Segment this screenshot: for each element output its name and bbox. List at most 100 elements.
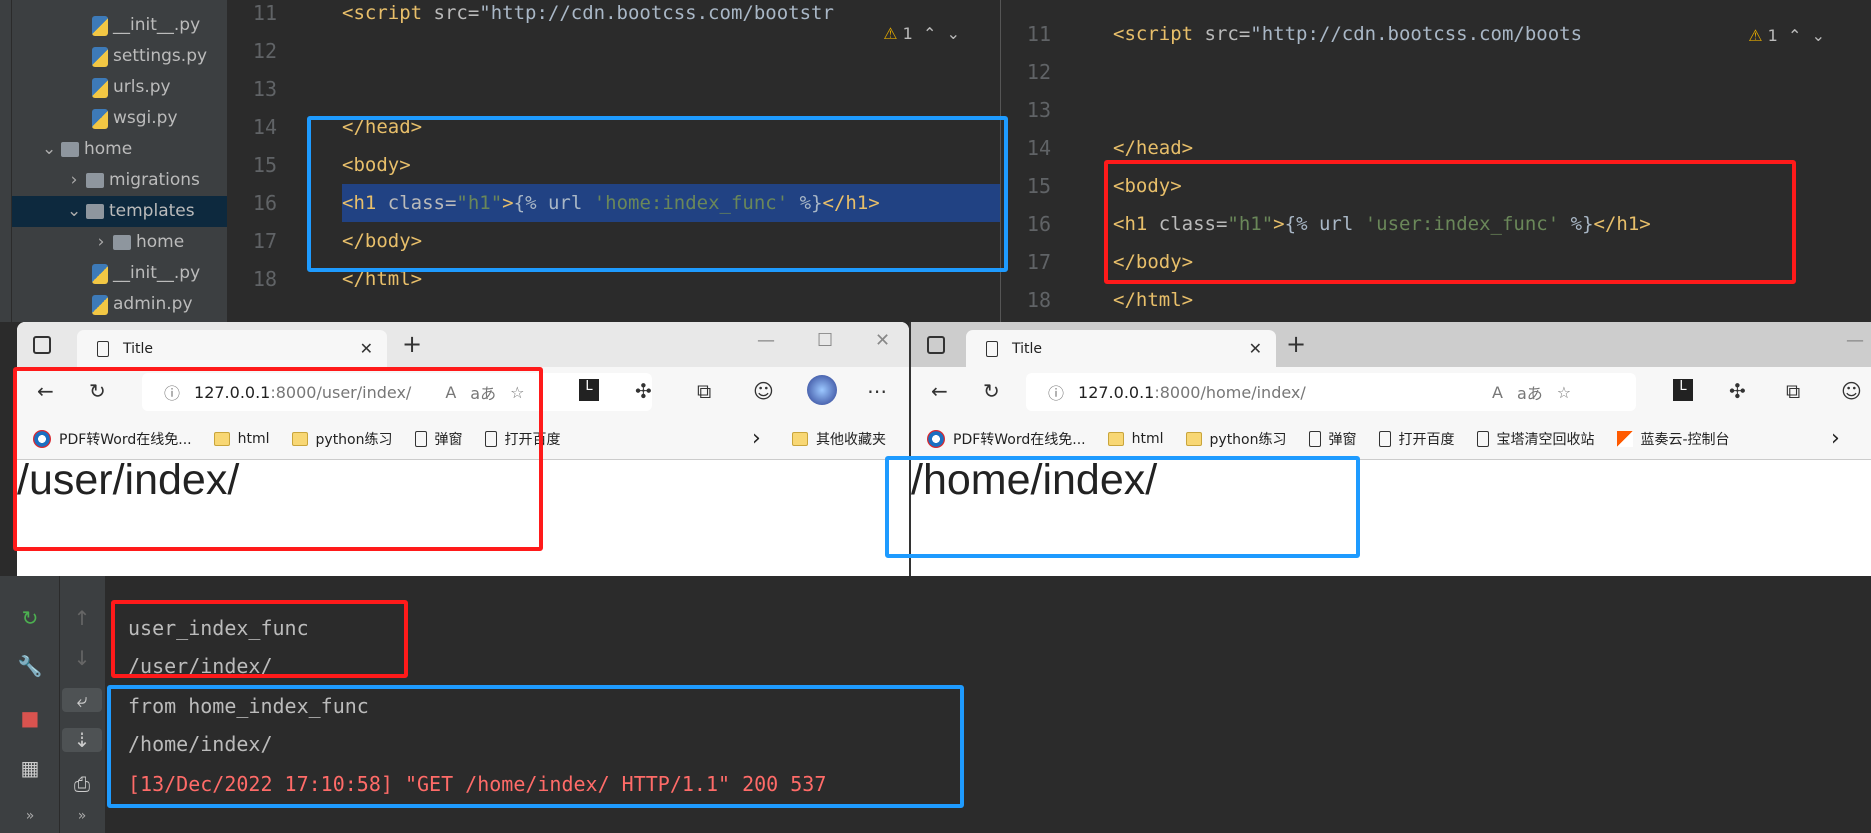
refresh-icon[interactable]: ↻ xyxy=(983,379,1000,403)
tree-item-label: wsgi.py xyxy=(113,108,178,128)
new-tab-button[interactable]: + xyxy=(402,330,422,358)
tree-item-adminpy[interactable]: admin.py xyxy=(92,289,193,320)
extension-icon[interactable]: L xyxy=(1673,379,1693,401)
code-line[interactable]: <script src="http://cdn.bootcss.com/boot… xyxy=(1113,15,1582,53)
code-line[interactable]: </body> xyxy=(342,222,422,260)
bookmark-item[interactable]: 弹窗 xyxy=(414,429,463,449)
wrench-icon[interactable]: 🔧 xyxy=(10,654,50,678)
editor-right[interactable]: ⚠ 1 ⌃ ⌄ 11 <script src="http://cdn.bootcs… xyxy=(1000,0,1871,322)
close-tab-icon[interactable]: ✕ xyxy=(360,339,373,358)
sidebar-toggle-icon[interactable] xyxy=(33,336,51,354)
tree-item-home[interactable]: ⌄ home xyxy=(42,134,132,165)
close-window-button[interactable]: ✕ xyxy=(875,330,890,351)
feedback-icon[interactable]: ☺ xyxy=(753,379,774,403)
stop-icon[interactable]: ■ xyxy=(10,706,50,730)
translate-icon[interactable]: aあ xyxy=(470,380,496,404)
line-number: 14 xyxy=(1026,136,1051,160)
tree-item-templates[interactable]: ⌄ templates xyxy=(12,196,227,227)
bookmark-item[interactable]: python练习 xyxy=(1185,429,1287,449)
editor-left[interactable]: ⚠ 1 ⌃ ⌄ 11 <script src="http://cdn.bootcs… xyxy=(227,0,1000,322)
tree-item-migrations[interactable]: › migrations xyxy=(67,165,200,196)
back-icon[interactable]: ← xyxy=(37,379,54,403)
bookmark-item[interactable]: python练习 xyxy=(291,429,393,449)
tree-item-urlspy[interactable]: urls.py xyxy=(92,72,171,103)
minimize-button[interactable]: — xyxy=(757,330,775,351)
code-line[interactable]: </body> xyxy=(1113,243,1193,281)
profile-avatar[interactable] xyxy=(807,375,837,405)
browser-tab[interactable]: Title ✕ xyxy=(77,330,387,367)
bookmark-label: html xyxy=(237,430,270,447)
bookmarks-overflow-chevron[interactable]: › xyxy=(1831,426,1840,451)
bookmark-item[interactable]: 打开百度 xyxy=(1378,429,1455,449)
soft-wrap-icon[interactable]: ⤶ xyxy=(62,688,102,712)
bookmark-item[interactable]: html xyxy=(1107,431,1164,447)
address-bar[interactable]: ⓘ 127.0.0.1:8000/user/index/Aaあ ☆ xyxy=(142,373,652,411)
bookmark-label: PDF转Word在线免... xyxy=(953,431,1086,448)
sidebar-toggle-icon[interactable] xyxy=(927,336,945,354)
tree-item-home[interactable]: › home xyxy=(94,227,185,258)
extensions-icon[interactable]: ✣ xyxy=(1729,379,1746,403)
code-line[interactable]: </head> xyxy=(342,108,422,146)
bookmark-item[interactable]: 蓝奏云-控制台 xyxy=(1616,429,1730,449)
tree-item-label: migrations xyxy=(109,170,200,190)
bookmarks-overflow-chevron[interactable]: › xyxy=(752,426,761,451)
maximize-button[interactable]: ☐ xyxy=(817,330,833,351)
tree-item-initpy[interactable]: __init__.py xyxy=(92,10,200,41)
bookmark-item[interactable]: PDF转Word在线免... xyxy=(927,429,1086,449)
print-icon[interactable]: ⎙ xyxy=(62,772,102,796)
close-tab-icon[interactable]: ✕ xyxy=(1249,339,1262,358)
folder-icon xyxy=(291,431,308,446)
line-number: 12 xyxy=(1026,60,1051,84)
extensions-icon[interactable]: ✣ xyxy=(635,379,652,403)
scroll-up-icon[interactable]: ↑ xyxy=(62,606,102,630)
favorite-icon[interactable]: ☆ xyxy=(510,383,524,402)
code-line[interactable]: </html> xyxy=(342,260,422,298)
browser-tab[interactable]: Title ✕ xyxy=(966,330,1276,367)
chevron-down-icon[interactable]: ⌄ xyxy=(67,196,81,227)
folder-icon xyxy=(792,431,808,446)
bookmark-item[interactable]: html xyxy=(213,430,270,447)
more-icon[interactable]: » xyxy=(10,808,50,824)
line-number: 13 xyxy=(1026,98,1051,122)
code-line[interactable]: <body> xyxy=(342,146,411,184)
code-line[interactable]: <h1 class="h1">{% url 'home:index_func' … xyxy=(342,184,1000,222)
bookmark-item[interactable]: 宝塔清空回收站 xyxy=(1476,429,1595,449)
more-menu-icon[interactable]: ⋯ xyxy=(867,379,887,403)
bookmark-item[interactable]: 弹窗 xyxy=(1308,429,1357,449)
chevron-right-icon[interactable]: › xyxy=(67,165,81,196)
read-aloud-icon[interactable]: A xyxy=(1492,383,1503,402)
warning-indicator[interactable]: ⚠ 1 ⌃ ⌄ xyxy=(1742,24,1831,47)
favorite-icon[interactable]: ☆ xyxy=(1557,383,1571,402)
code-line[interactable]: <h1 class="h1">{% url 'user:index_func' … xyxy=(1113,205,1651,243)
collections-icon[interactable]: ⧉ xyxy=(697,379,711,403)
other-bookmarks[interactable]: 其他收藏夹 xyxy=(792,429,886,449)
chevron-right-icon[interactable]: › xyxy=(94,227,108,258)
read-aloud-icon[interactable]: A xyxy=(445,383,456,402)
rerun-icon[interactable]: ↻ xyxy=(10,606,50,630)
address-bar[interactable]: ⓘ 127.0.0.1:8000/home/index/Aaあ ☆ xyxy=(1026,373,1636,411)
scroll-to-end-icon[interactable]: ⇣ xyxy=(62,728,102,752)
refresh-icon[interactable]: ↻ xyxy=(89,379,106,403)
code-line[interactable]: </head> xyxy=(1113,129,1193,167)
extension-icon[interactable]: L xyxy=(579,379,599,401)
layout-icon[interactable]: ▦ xyxy=(10,756,50,780)
code-line[interactable]: <script src="http://cdn.bootcss.com/boot… xyxy=(342,0,834,32)
translate-icon[interactable]: aあ xyxy=(1517,380,1543,404)
bookmark-item[interactable]: 打开百度 xyxy=(484,429,561,449)
more-icon[interactable]: » xyxy=(62,808,102,824)
new-tab-button[interactable]: + xyxy=(1286,330,1306,358)
collections-icon[interactable]: ⧉ xyxy=(1786,379,1800,403)
tree-item-wsgipy[interactable]: wsgi.py xyxy=(92,103,178,134)
warning-indicator[interactable]: ⚠ 1 ⌃ ⌄ xyxy=(883,24,960,43)
chevron-down-icon[interactable]: ⌄ xyxy=(42,134,56,165)
code-line[interactable]: </html> xyxy=(1113,281,1193,319)
scroll-down-icon[interactable]: ↓ xyxy=(62,646,102,670)
tree-item-initpy[interactable]: __init__.py xyxy=(92,258,200,289)
code-line[interactable]: <body> xyxy=(1113,167,1182,205)
tree-item-settingspy[interactable]: settings.py xyxy=(92,41,207,72)
bookmark-item[interactable]: PDF转Word在线免... xyxy=(33,429,192,449)
feedback-icon[interactable]: ☺ xyxy=(1841,379,1862,403)
line-number: 12 xyxy=(252,39,277,63)
back-icon[interactable]: ← xyxy=(931,379,948,403)
minimize-button[interactable]: — xyxy=(1846,330,1864,351)
